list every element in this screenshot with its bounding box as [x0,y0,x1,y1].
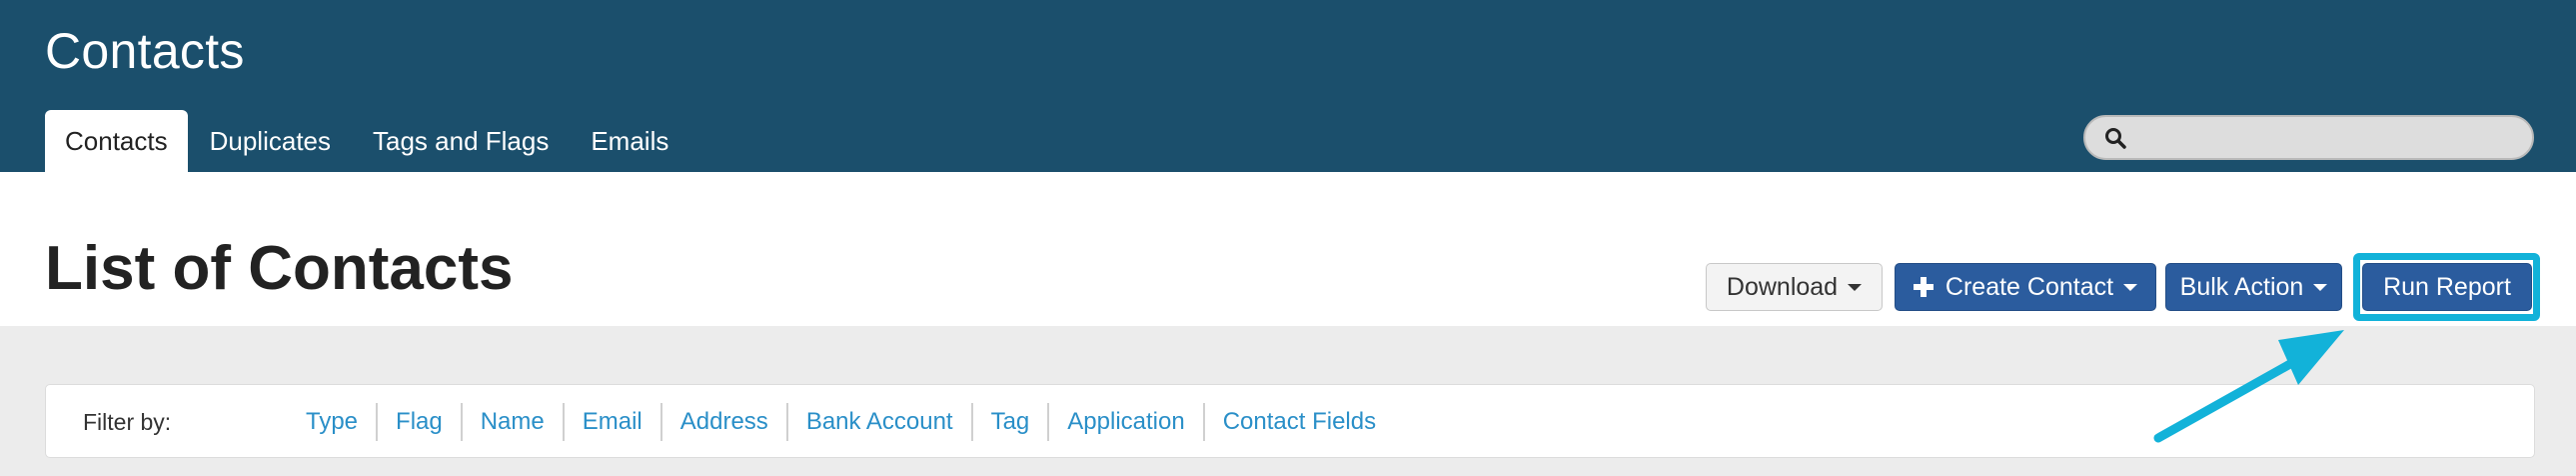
annotation-arrow-icon [2153,330,2344,443]
